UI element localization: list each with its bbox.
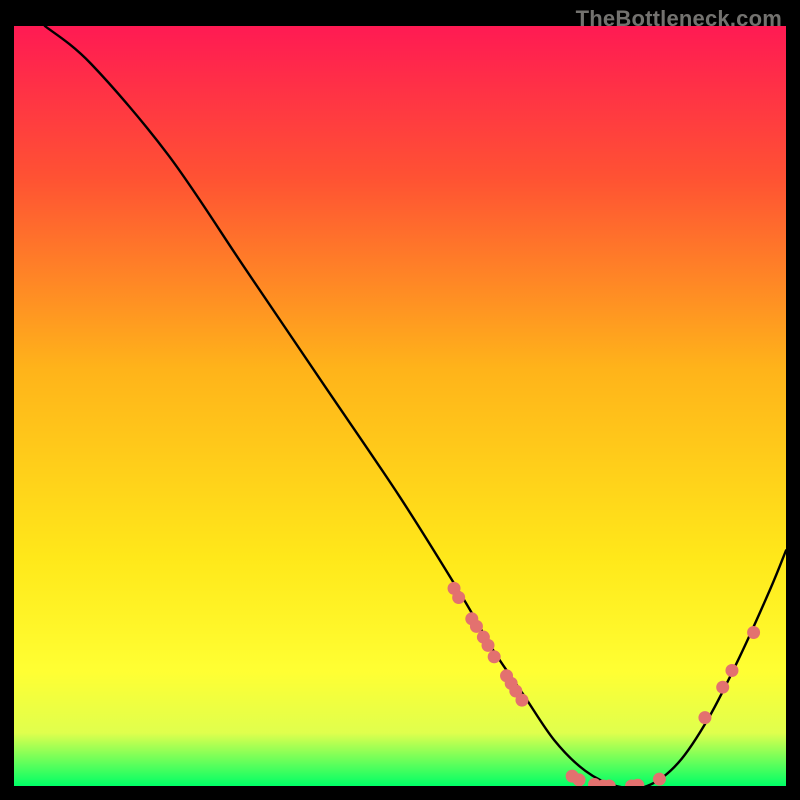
marker-dot — [488, 650, 501, 663]
marker-dot — [698, 711, 711, 724]
marker-dot — [716, 681, 729, 694]
chart-frame — [14, 26, 786, 786]
marker-dot — [653, 773, 666, 786]
marker-dot — [482, 639, 495, 652]
marker-dot — [747, 626, 760, 639]
marker-dot — [725, 664, 738, 677]
marker-dot — [452, 591, 465, 604]
marker-dot — [515, 694, 528, 707]
marker-dot — [573, 773, 586, 786]
watermark-text: TheBottleneck.com — [576, 6, 782, 32]
bottleneck-chart — [14, 26, 786, 786]
gradient-background — [14, 26, 786, 786]
marker-dot — [470, 620, 483, 633]
